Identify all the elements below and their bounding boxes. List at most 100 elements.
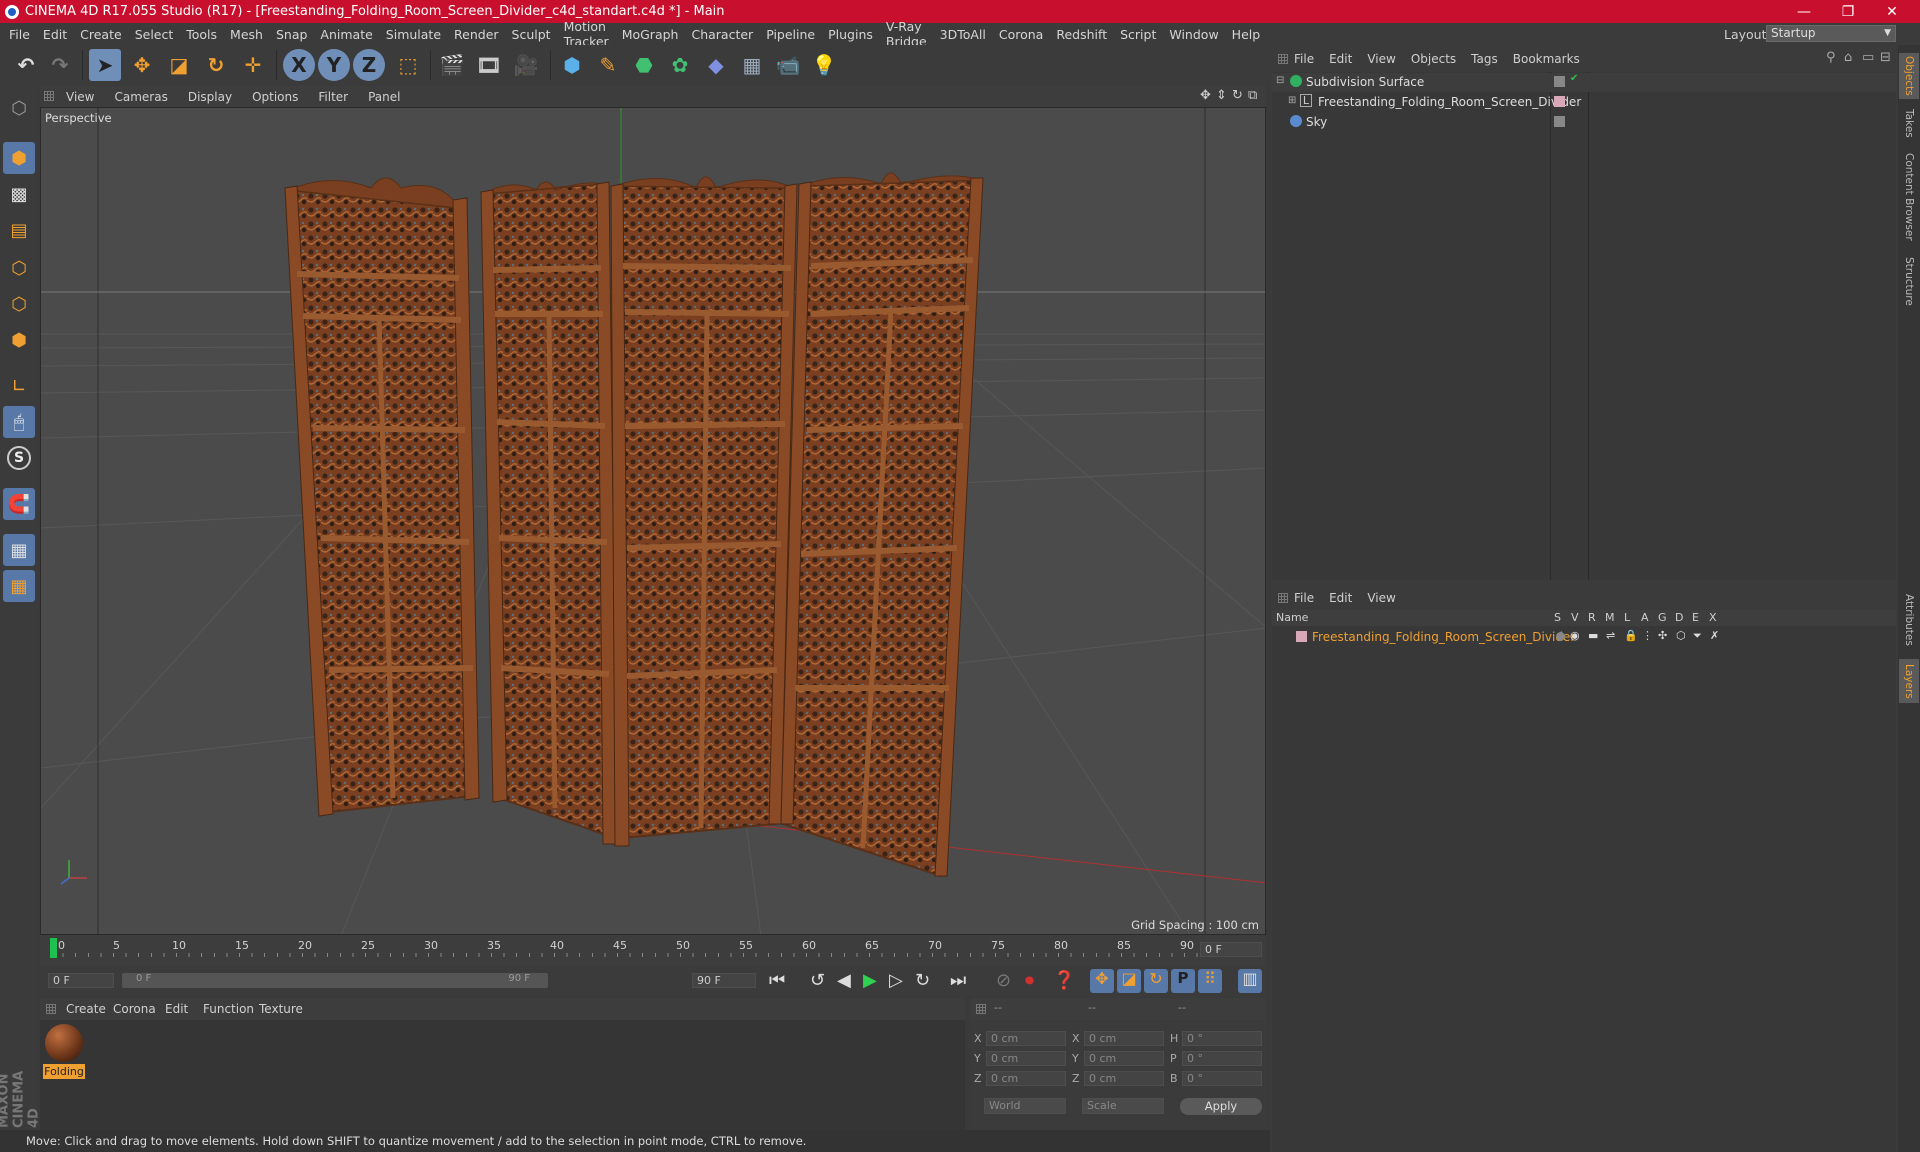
viewport-menu-display[interactable]: Display [188, 90, 232, 104]
object-menu-tags[interactable]: Tags [1471, 52, 1498, 66]
deformer-icon[interactable]: ⬡ [1676, 629, 1686, 642]
tweak-mode-button[interactable]: 🖱 [3, 406, 35, 438]
add-deformer-button[interactable]: ◆ [700, 49, 732, 81]
layer-color-icon[interactable] [1554, 96, 1565, 107]
object-menu-view[interactable]: View [1367, 52, 1395, 66]
enabled-check-icon[interactable]: ✔ [1570, 73, 1578, 84]
render-picture-viewer-button[interactable]: 🎞 [473, 49, 505, 81]
next-key-button[interactable]: ↻ [915, 970, 930, 991]
edges-mode-button[interactable]: ⬡ [3, 288, 35, 320]
search-icon[interactable]: ⚲ [1826, 50, 1836, 65]
rotation-b-field[interactable]: 0 ° [1182, 1071, 1262, 1086]
x-axis-lock-button[interactable]: X [283, 49, 315, 81]
layer-menu-edit[interactable]: Edit [1329, 591, 1352, 605]
viewport-rotate-icon[interactable]: ↻ [1232, 88, 1243, 103]
z-axis-lock-button[interactable]: Z [353, 49, 385, 81]
position-x-field[interactable]: 0 cm [986, 1031, 1066, 1046]
add-camera-button[interactable]: 📹 [772, 49, 804, 81]
animation-icon[interactable]: ⋮ [1642, 629, 1653, 642]
object-row-screen-divider[interactable]: ⊞ L Freestanding_Folding_Room_Screen_Div… [1272, 93, 1896, 112]
layer-color-swatch[interactable] [1296, 631, 1307, 642]
object-row-sky[interactable]: Sky [1272, 113, 1896, 132]
tab-layers[interactable]: Layers [1899, 659, 1919, 703]
panel-menu-icon[interactable]: ⊟ [1880, 50, 1891, 65]
move-tool-button[interactable]: ✥ [126, 49, 158, 81]
key-pla-button[interactable]: ⠿ [1198, 969, 1222, 993]
previous-key-button[interactable]: ↺ [810, 970, 825, 991]
coord-system-select[interactable]: World [984, 1098, 1066, 1114]
menu-script[interactable]: Script [1120, 27, 1156, 42]
render-clapper-icon[interactable]: ▬ [1588, 629, 1598, 642]
menu-file[interactable]: File [9, 27, 30, 42]
tab-content-browser[interactable]: Content Browser [1899, 147, 1919, 247]
position-z-field[interactable]: 0 cm [986, 1071, 1066, 1086]
menu-render[interactable]: Render [454, 27, 499, 42]
perspective-viewport[interactable]: Perspective Grid Spacing : 100 cm [40, 107, 1266, 935]
play-button[interactable]: ▶ [863, 970, 877, 991]
lock-icon[interactable]: 🔒 [1624, 629, 1638, 642]
goto-start-button[interactable]: ⏮ [769, 970, 785, 991]
snap-button[interactable]: S [3, 442, 35, 474]
menu-help[interactable]: Help [1232, 27, 1261, 42]
object-menu-bookmarks[interactable]: Bookmarks [1513, 52, 1580, 66]
viewport-move-icon[interactable]: ✥ [1200, 88, 1211, 103]
viewport-menu-view[interactable]: View [66, 90, 94, 104]
autokey-button[interactable]: ⏺ [1025, 970, 1034, 991]
axis-mode-button[interactable]: ∟ [3, 370, 35, 402]
generator-icon[interactable]: ✣ [1658, 629, 1667, 642]
add-spline-button[interactable]: ✎ [592, 49, 624, 81]
key-rotation-button[interactable]: ↻ [1144, 969, 1168, 993]
viewport-dolly-icon[interactable]: ⇕ [1216, 88, 1227, 103]
scale-tool-button[interactable]: ◪ [163, 49, 195, 81]
workplane-lock-button[interactable]: ▦ [3, 534, 35, 566]
key-position-button[interactable]: ✥ [1090, 969, 1114, 993]
timeline-window-button[interactable]: ▥ [1238, 969, 1262, 993]
home-icon[interactable]: ⌂ [1844, 50, 1852, 65]
layer-menu-view[interactable]: View [1367, 591, 1395, 605]
record-keys-button[interactable]: ⊘ [996, 970, 1011, 991]
rotation-h-field[interactable]: 0 ° [1182, 1031, 1262, 1046]
new-window-icon[interactable]: ▭ [1862, 50, 1874, 65]
eye-icon[interactable]: ◉ [1570, 629, 1580, 642]
coordinate-system-button[interactable]: ⬚ [392, 49, 424, 81]
viewport-menu-options[interactable]: Options [252, 90, 298, 104]
material-menu-texture[interactable]: Texture [259, 1002, 303, 1016]
size-x-field[interactable]: 0 cm [1084, 1031, 1164, 1046]
redo-button[interactable]: ↷ [44, 49, 76, 81]
menu-sculpt[interactable]: Sculpt [512, 27, 551, 42]
menu-select[interactable]: Select [135, 27, 174, 42]
size-y-field[interactable]: 0 cm [1084, 1051, 1164, 1066]
menu-mesh[interactable]: Mesh [230, 27, 263, 42]
menu-edit[interactable]: Edit [43, 27, 67, 42]
menu-animate[interactable]: Animate [320, 27, 372, 42]
material-swatch[interactable]: Folding [43, 1024, 85, 1082]
material-menu-function[interactable]: Function [203, 1002, 254, 1016]
workplane-align-button[interactable]: ▦ [3, 570, 35, 602]
close-button[interactable]: ✕ [1870, 0, 1914, 23]
object-menu-file[interactable]: File [1294, 52, 1314, 66]
keyframe-selection-button[interactable]: ❓ [1053, 970, 1075, 991]
viewport-maximize-icon[interactable]: ⧉ [1248, 88, 1257, 103]
menu-tools[interactable]: Tools [186, 27, 217, 42]
menu-corona[interactable]: Corona [999, 27, 1043, 42]
solo-toggle-icon[interactable] [1556, 632, 1565, 641]
points-mode-button[interactable]: ⬡ [3, 252, 35, 284]
frame-range-slider[interactable]: 0 F 90 F [122, 973, 548, 988]
collapse-icon[interactable]: ⊟ [1276, 75, 1284, 86]
tab-objects[interactable]: Objects [1899, 53, 1919, 99]
previous-frame-button[interactable]: ◀ [837, 970, 851, 991]
manager-visibility-icon[interactable]: ⇌ [1606, 629, 1615, 642]
render-settings-button[interactable]: 🎥 [510, 49, 542, 81]
make-editable-button[interactable]: ⬡ [3, 92, 35, 124]
position-y-field[interactable]: 0 cm [986, 1051, 1066, 1066]
menu-3dtoall[interactable]: 3DToAll [940, 27, 986, 42]
tab-attributes[interactable]: Attributes [1899, 585, 1919, 655]
size-z-field[interactable]: 0 cm [1084, 1071, 1164, 1086]
menu-redshift[interactable]: Redshift [1056, 27, 1107, 42]
menu-create[interactable]: Create [80, 27, 122, 42]
layer-row[interactable]: Freestanding_Folding_Room_Screen_Divider… [1272, 628, 1896, 647]
rotation-p-field[interactable]: 0 ° [1182, 1051, 1262, 1066]
polygons-mode-button[interactable]: ⬢ [3, 324, 35, 356]
timeline-playhead[interactable] [50, 938, 57, 958]
timeline-ruler[interactable]: 0 5 10 15 20 25 30 35 40 45 50 55 60 65 … [40, 935, 1266, 965]
